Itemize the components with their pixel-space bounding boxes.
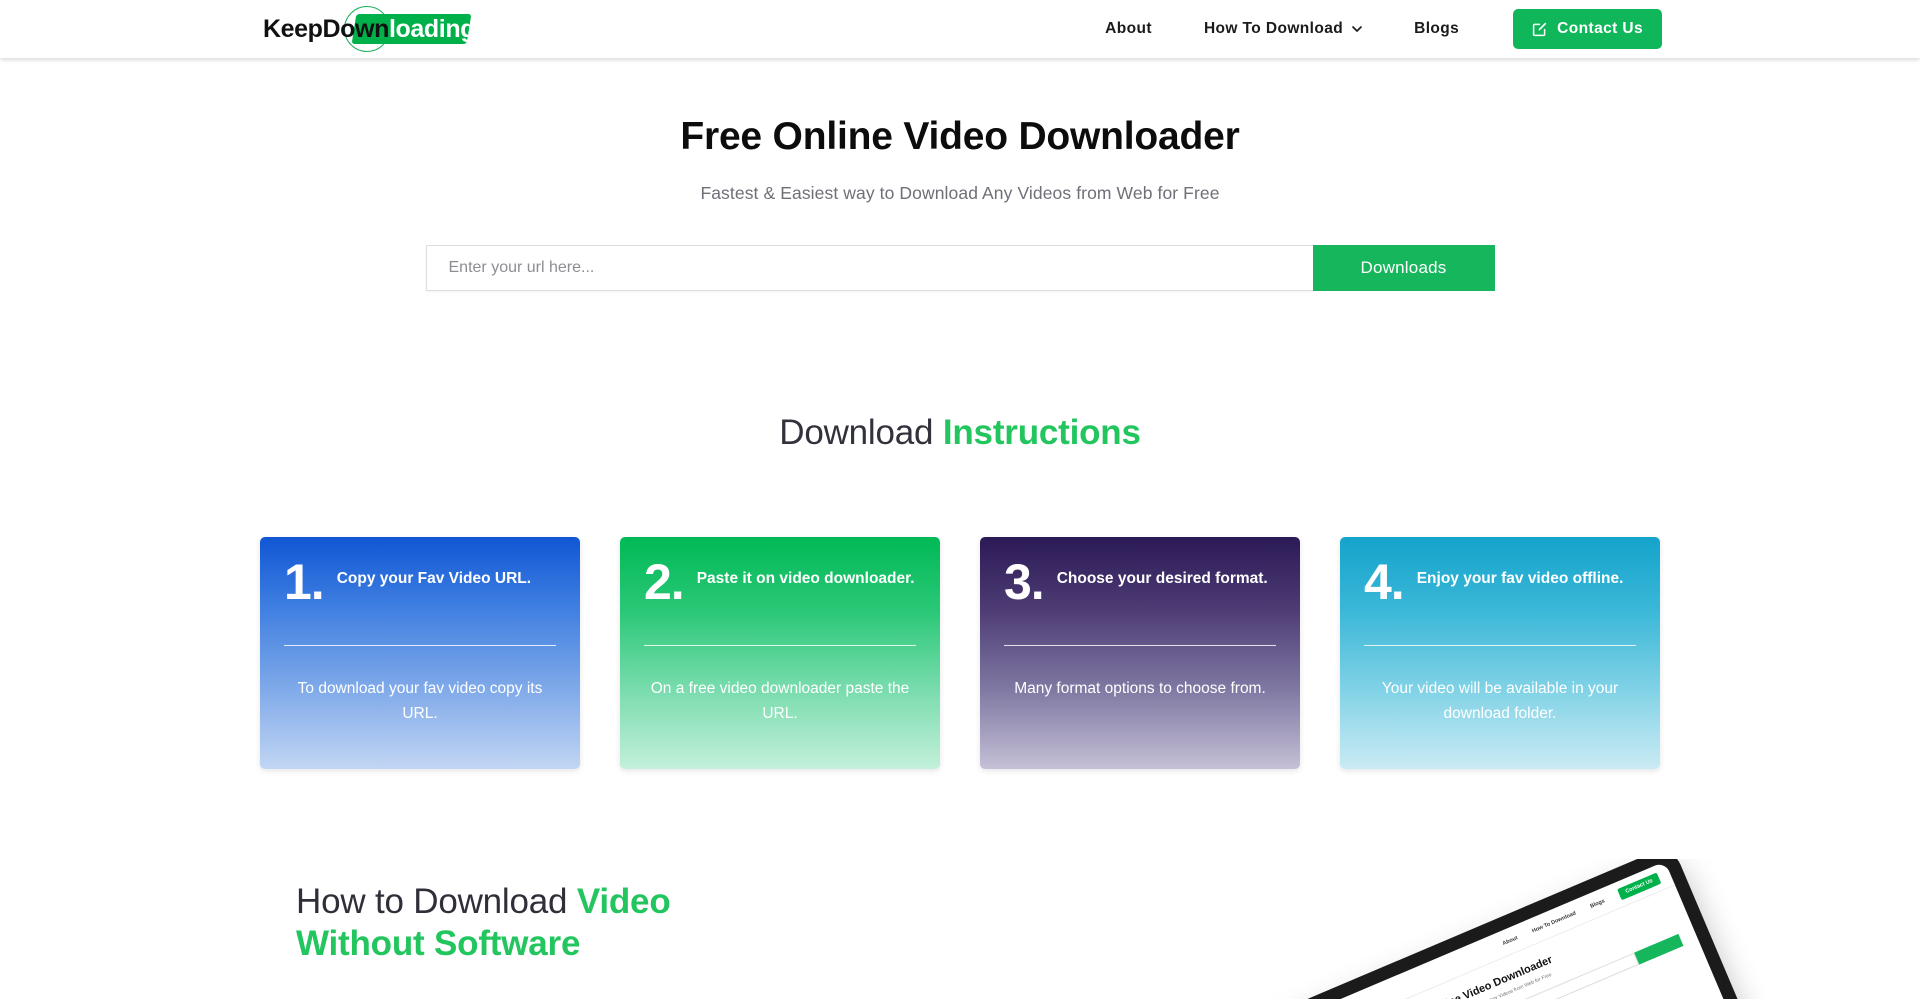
- nav-item-blogs[interactable]: Blogs: [1388, 20, 1485, 38]
- card-number: 1.: [284, 553, 325, 610]
- card-number: 3.: [1004, 553, 1045, 610]
- card-header: 4. Enjoy your fav video offline.: [1364, 557, 1636, 623]
- header-inner: KeepDownloading About How To Download Bl…: [0, 0, 1920, 58]
- site-logo[interactable]: KeepDownloading: [263, 6, 475, 52]
- hero-section: Free Online Video Downloader Fastest & E…: [0, 58, 1920, 291]
- howto-section: How to Download Video Without Software A…: [0, 858, 1920, 999]
- instruction-card: 1. Copy your Fav Video URL. To download …: [260, 536, 580, 769]
- logo-text-dark: KeepDown: [263, 15, 389, 43]
- tablet-mockup-area: About How To Download Blogs Contact Us F…: [1245, 858, 1805, 999]
- url-input[interactable]: [425, 244, 1313, 291]
- instructions-heading-plain: Download: [779, 412, 943, 452]
- nav-item-about-label: About: [1105, 20, 1152, 37]
- card-description: Many format options to choose from.: [1014, 679, 1266, 697]
- card-description: On a free video downloader paste the URL…: [650, 679, 910, 723]
- tablet-screen: About How To Download Blogs Contact Us F…: [1256, 861, 1784, 999]
- instruction-cards: 1. Copy your Fav Video URL. To download …: [260, 536, 1660, 769]
- card-title: Paste it on video downloader.: [696, 569, 915, 587]
- howto-heading: How to Download Video Without Software: [296, 881, 726, 966]
- nav-item-blogs-label: Blogs: [1414, 20, 1460, 37]
- card-header: 1. Copy your Fav Video URL.: [284, 557, 556, 623]
- instructions-section: Download Instructions 1. Copy your Fav V…: [0, 413, 1920, 769]
- site-header: KeepDownloading About How To Download Bl…: [0, 0, 1920, 58]
- card-number: 2.: [644, 553, 685, 610]
- url-search-bar: Downloads: [425, 244, 1495, 291]
- card-divider: [1004, 644, 1276, 646]
- card-title: Choose your desired format.: [1056, 569, 1268, 587]
- main-navigation: About How To Download Blogs Contact Us: [1079, 9, 1662, 49]
- nav-item-about[interactable]: About: [1079, 20, 1178, 38]
- card-number: 4.: [1364, 553, 1405, 610]
- card-description: Your video will be available in your dow…: [1381, 679, 1619, 723]
- instruction-card: 3. Choose your desired format. Many form…: [980, 536, 1300, 769]
- nav-item-how-to-download-label: How To Download: [1203, 20, 1344, 37]
- card-divider: [1364, 644, 1636, 646]
- card-title: Copy your Fav Video URL.: [336, 569, 532, 587]
- nav-item-how-to-download[interactable]: How To Download: [1178, 20, 1388, 38]
- card-header: 3. Choose your desired format.: [1004, 557, 1276, 623]
- contact-us-label: Contact Us: [1557, 20, 1643, 37]
- instruction-card: 4. Enjoy your fav video offline. Your vi…: [1340, 536, 1660, 769]
- logo-text: KeepDownloading: [263, 9, 475, 49]
- instructions-heading: Download Instructions: [0, 413, 1920, 453]
- howto-heading-plain: How to Download: [296, 881, 577, 921]
- instruction-card: 2. Paste it on video downloader. On a fr…: [620, 536, 940, 769]
- tablet-mockup: About How To Download Blogs Contact Us F…: [1245, 858, 1801, 999]
- page-title: Free Online Video Downloader: [680, 115, 1240, 158]
- tablet-nav-blogs: Blogs: [1589, 897, 1606, 910]
- tablet-nav-about: About: [1501, 934, 1519, 947]
- card-divider: [284, 644, 556, 646]
- card-divider: [644, 644, 916, 646]
- instructions-heading-accent: Instructions: [942, 412, 1141, 452]
- hero-subtitle: Fastest & Easiest way to Download Any Vi…: [700, 182, 1220, 203]
- chevron-down-icon: [1352, 24, 1362, 34]
- card-header: 2. Paste it on video downloader.: [644, 557, 916, 623]
- card-title: Enjoy your fav video offline.: [1416, 569, 1624, 587]
- edit-square-icon: [1532, 21, 1548, 37]
- logo-text-light: loading: [388, 15, 476, 43]
- contact-us-button[interactable]: Contact Us: [1513, 9, 1662, 49]
- downloads-button[interactable]: Downloads: [1312, 244, 1495, 291]
- card-description: To download your fav video copy its URL.: [297, 679, 543, 723]
